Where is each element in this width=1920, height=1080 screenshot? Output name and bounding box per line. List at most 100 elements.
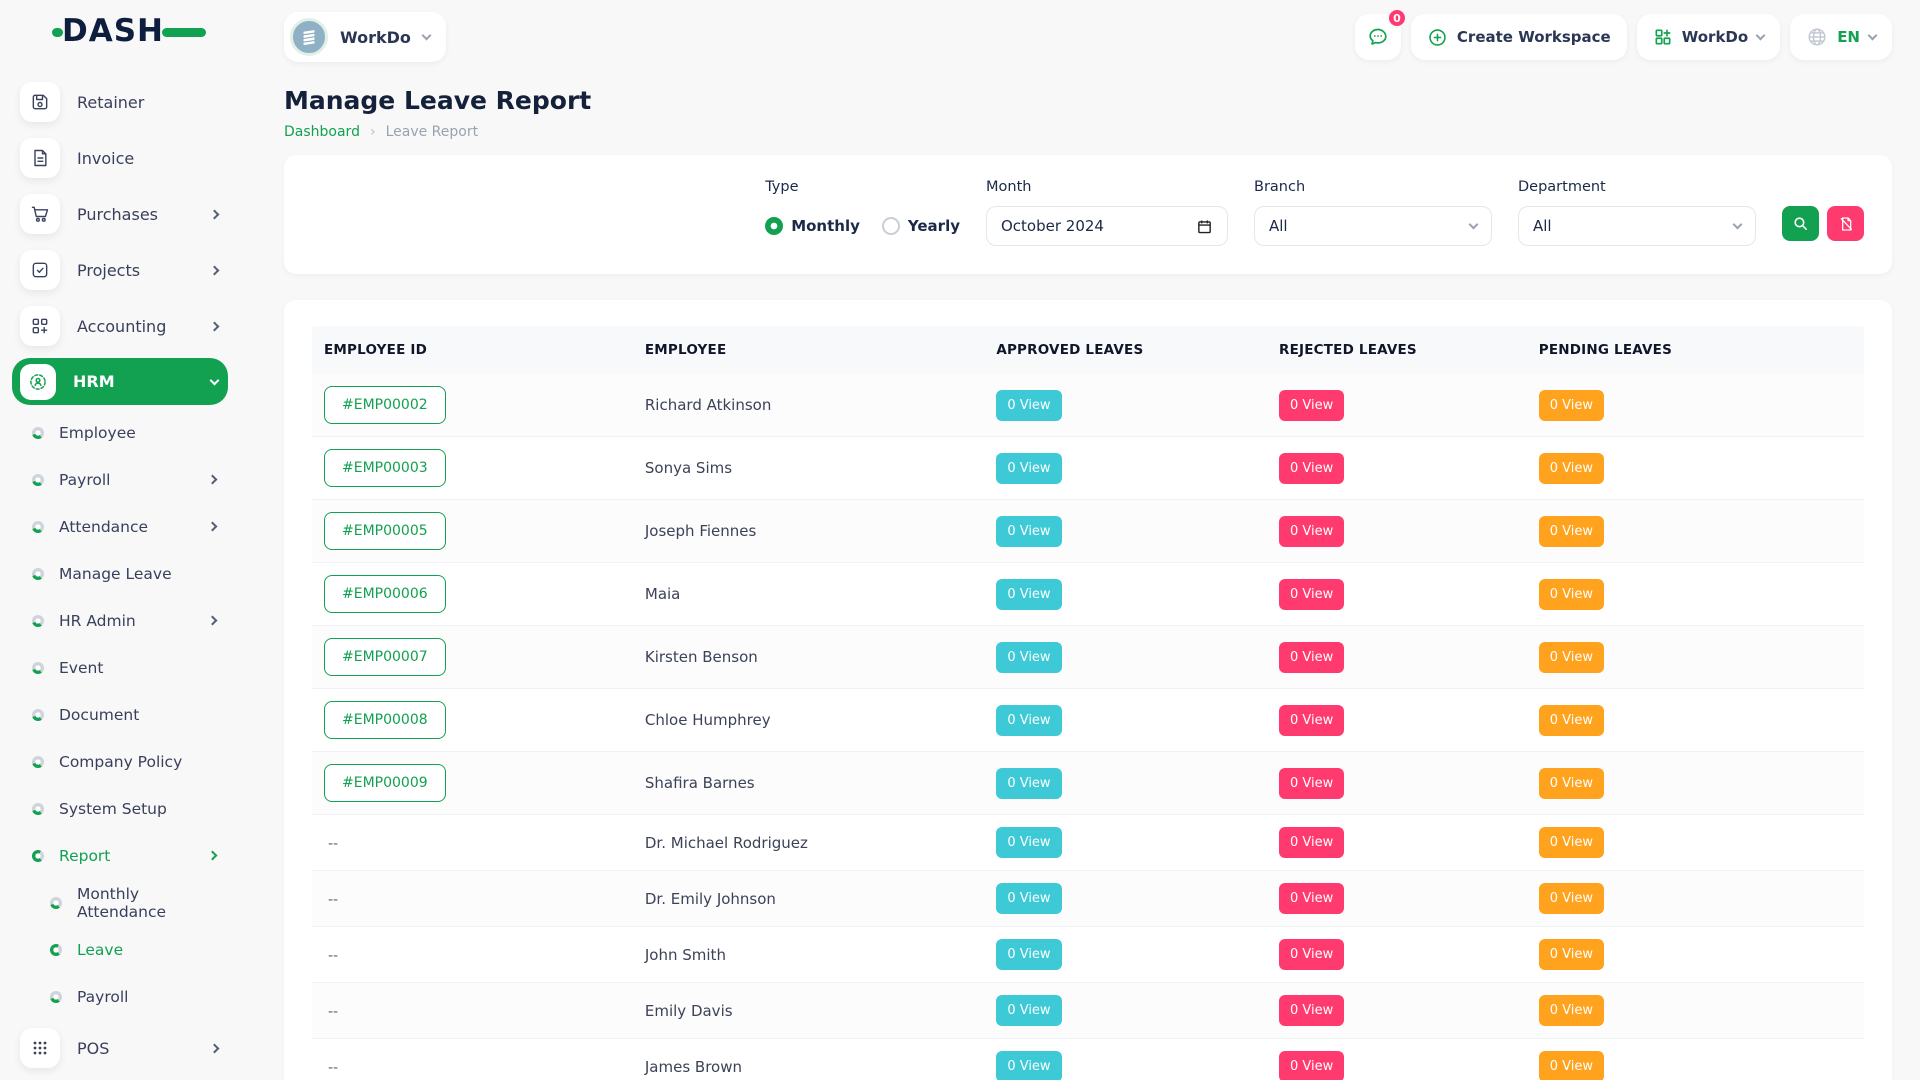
messages-button[interactable]: 0 [1355, 14, 1401, 60]
sidebar-subitem-document[interactable]: Document [12, 691, 228, 738]
pending-leaves-view-button[interactable]: 0 View [1539, 642, 1604, 673]
rejected-leaves-view-button[interactable]: 0 View [1279, 883, 1344, 914]
approved-leaves-view-button[interactable]: 0 View [996, 939, 1061, 970]
approved-leaves-view-button[interactable]: 0 View [996, 390, 1061, 421]
approved-leaves-view-button[interactable]: 0 View [996, 516, 1061, 547]
radio-monthly[interactable]: Monthly [765, 217, 860, 235]
rejected-leaves-view-button[interactable]: 0 View [1279, 642, 1344, 673]
pending-leaves-view-button[interactable]: 0 View [1539, 883, 1604, 914]
branch-select[interactable]: All [1254, 206, 1492, 246]
sidebar-item-label: POS [77, 1039, 211, 1058]
approved-leaves-view-button[interactable]: 0 View [996, 642, 1061, 673]
bullet-icon [32, 521, 44, 533]
sidebar-item-projects[interactable]: Projects [12, 242, 228, 298]
rejected-leaves-view-button[interactable]: 0 View [1279, 768, 1344, 799]
sidebar-subitem-attendance[interactable]: Attendance [12, 503, 228, 550]
radio-yearly[interactable]: Yearly [882, 217, 960, 235]
workspace-selector[interactable]: WorkDo [284, 12, 446, 62]
approved-leaves-view-button[interactable]: 0 View [996, 995, 1061, 1026]
approved-leaves-view-button[interactable]: 0 View [996, 1051, 1061, 1080]
chevron-right-icon [210, 209, 220, 219]
approved-leaves-view-button[interactable]: 0 View [996, 453, 1061, 484]
chevron-right-icon [208, 522, 218, 532]
workdo-menu-button[interactable]: WorkDo [1637, 14, 1780, 60]
rejected-leaves-view-button[interactable]: 0 View [1279, 516, 1344, 547]
pending-leaves-view-button[interactable]: 0 View [1539, 390, 1604, 421]
sidebar-item-purchases[interactable]: Purchases [12, 186, 228, 242]
employee-id-empty: -- [324, 836, 338, 852]
sidebar-subitem-system-setup[interactable]: System Setup [12, 785, 228, 832]
sidebar-item-invoice[interactable]: Invoice [12, 130, 228, 186]
sidebar-item-label: Accounting [77, 317, 211, 336]
sidebar-item-retainer[interactable]: Retainer [12, 74, 228, 130]
approved-leaves-view-button[interactable]: 0 View [996, 827, 1061, 858]
pending-leaves-view-button[interactable]: 0 View [1539, 995, 1604, 1026]
employee-id-button[interactable]: #EMP00006 [324, 575, 446, 613]
file-off-icon [1838, 216, 1854, 232]
employee-name: Maia [645, 585, 996, 603]
rejected-leaves-view-button[interactable]: 0 View [1279, 939, 1344, 970]
table-row: -- Dr. Michael Rodriguez 0 View 0 View 0… [312, 815, 1864, 871]
sidebar-subitem-report[interactable]: Report [12, 832, 228, 879]
language-selector[interactable]: EN [1790, 14, 1892, 60]
rejected-leaves-view-button[interactable]: 0 View [1279, 1051, 1344, 1080]
sidebar-item-pos[interactable]: POS [12, 1020, 228, 1076]
pending-leaves-view-button[interactable]: 0 View [1539, 827, 1604, 858]
app-logo[interactable]: DASH [0, 0, 240, 62]
department-select[interactable]: All [1518, 206, 1756, 246]
employee-id-button[interactable]: #EMP00008 [324, 701, 446, 739]
pending-leaves-view-button[interactable]: 0 View [1539, 768, 1604, 799]
sidebar-subitem-employee[interactable]: Employee [12, 409, 228, 456]
breadcrumb: Dashboard › Leave Report [284, 124, 1892, 140]
sidebar-subsubitem-payroll[interactable]: Payroll [12, 973, 228, 1020]
approved-leaves-view-button[interactable]: 0 View [996, 579, 1061, 610]
create-workspace-button[interactable]: Create Workspace [1411, 14, 1627, 60]
pending-leaves-view-button[interactable]: 0 View [1539, 1051, 1604, 1080]
employee-id-empty: -- [324, 948, 338, 964]
employee-id-button[interactable]: #EMP00009 [324, 764, 446, 802]
sidebar-subitem-event[interactable]: Event [12, 644, 228, 691]
pending-leaves-view-button[interactable]: 0 View [1539, 939, 1604, 970]
employee-id-button[interactable]: #EMP00003 [324, 449, 446, 487]
sidebar-subitem-hr-admin[interactable]: HR Admin [12, 597, 228, 644]
invoice-icon [20, 138, 60, 178]
chevron-down-icon [1469, 220, 1479, 230]
bullet-icon [32, 662, 44, 674]
sidebar-nav: Retainer Invoice Purchases Projects [0, 62, 240, 1076]
rejected-leaves-view-button[interactable]: 0 View [1279, 705, 1344, 736]
employee-id-button[interactable]: #EMP00002 [324, 386, 446, 424]
sidebar-subsubitem-leave[interactable]: Leave [12, 926, 228, 973]
approved-leaves-view-button[interactable]: 0 View [996, 768, 1061, 799]
rejected-leaves-view-button[interactable]: 0 View [1279, 453, 1344, 484]
approved-leaves-view-button[interactable]: 0 View [996, 883, 1061, 914]
pending-leaves-view-button[interactable]: 0 View [1539, 453, 1604, 484]
rejected-leaves-view-button[interactable]: 0 View [1279, 827, 1344, 858]
pending-leaves-view-button[interactable]: 0 View [1539, 516, 1604, 547]
month-input[interactable]: October 2024 [986, 206, 1228, 246]
employee-name: Shafira Barnes [645, 774, 996, 792]
breadcrumb-dashboard-link[interactable]: Dashboard [284, 124, 360, 140]
sidebar-subsubitem-monthly-attendance[interactable]: Monthly Attendance [12, 879, 228, 926]
leave-report-table-card: EMPLOYEE ID EMPLOYEE APPROVED LEAVES REJ… [284, 300, 1892, 1080]
bullet-icon [32, 474, 44, 486]
language-label: EN [1837, 28, 1860, 46]
messages-count-badge: 0 [1387, 8, 1407, 28]
pending-leaves-view-button[interactable]: 0 View [1539, 579, 1604, 610]
department-label: Department [1518, 179, 1756, 195]
sidebar-subitem-payroll[interactable]: Payroll [12, 456, 228, 503]
sidebar-item-hrm[interactable]: HRM [12, 358, 228, 405]
search-button[interactable] [1782, 206, 1819, 241]
save-icon [20, 82, 60, 122]
sidebar-subitem-company-policy[interactable]: Company Policy [12, 738, 228, 785]
employee-id-button[interactable]: #EMP00007 [324, 638, 446, 676]
approved-leaves-view-button[interactable]: 0 View [996, 705, 1061, 736]
pending-leaves-view-button[interactable]: 0 View [1539, 705, 1604, 736]
sidebar-item-accounting[interactable]: Accounting [12, 298, 228, 354]
employee-id-button[interactable]: #EMP00005 [324, 512, 446, 550]
rejected-leaves-view-button[interactable]: 0 View [1279, 579, 1344, 610]
rejected-leaves-view-button[interactable]: 0 View [1279, 390, 1344, 421]
reset-filter-button[interactable] [1827, 206, 1864, 241]
rejected-leaves-view-button[interactable]: 0 View [1279, 995, 1344, 1026]
bullet-icon [32, 568, 44, 580]
sidebar-subitem-manage-leave[interactable]: Manage Leave [12, 550, 228, 597]
